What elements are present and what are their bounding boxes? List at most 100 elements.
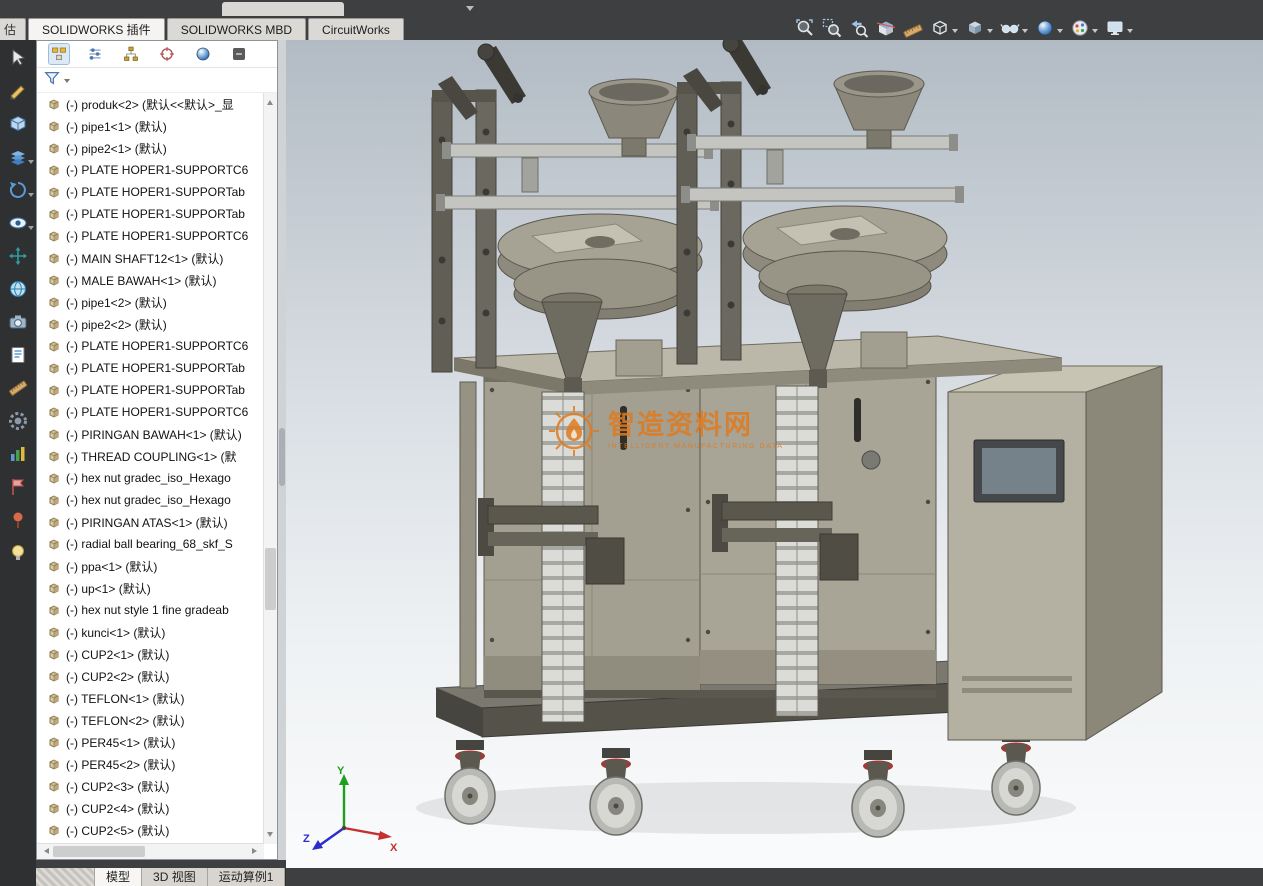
command-tab-evaluate-partial[interactable]: 估 [0, 18, 26, 40]
dropdown-caret-icon[interactable] [1022, 29, 1028, 36]
tree-item[interactable]: (-) PIRINGAN ATAS<1> (默认) [37, 511, 264, 533]
flyout-caret-icon[interactable] [28, 226, 34, 233]
tree-item[interactable]: (-) up<1> (默认) [37, 577, 264, 599]
vertical-scroll-thumb[interactable] [265, 548, 276, 610]
globe-icon[interactable] [6, 277, 30, 301]
measure-button[interactable] [903, 18, 923, 43]
tree-item[interactable]: (-) produk<2> (默认<<默认>_显 [37, 93, 264, 115]
tree-item[interactable]: (-) radial ball bearing_68_skf_S [37, 533, 264, 555]
move-icon[interactable] [6, 244, 30, 268]
previous-view-button[interactable] [849, 18, 869, 43]
tree-vertical-scrollbar[interactable] [263, 93, 277, 844]
dropdown-caret-icon[interactable] [1092, 29, 1098, 36]
ruler-icon[interactable] [6, 376, 30, 400]
cube-icon[interactable] [6, 112, 30, 136]
camera-icon[interactable] [6, 310, 30, 334]
model-right-tower [676, 40, 964, 388]
horizontal-scroll-thumb[interactable] [53, 846, 145, 857]
tree-item[interactable]: (-) MAIN SHAFT12<1> (默认) [37, 247, 264, 269]
dropdown-caret-icon[interactable] [1127, 29, 1133, 36]
tree-item[interactable]: (-) PIRINGAN BAWAH<1> (默认) [37, 423, 264, 445]
tree-item[interactable]: (-) MALE BAWAH<1> (默认) [37, 269, 264, 291]
rotate-view-icon[interactable] [6, 178, 34, 202]
scroll-right-icon[interactable] [252, 848, 260, 854]
tree-item[interactable]: (-) TEFLON<2> (默认) [37, 709, 264, 731]
flag-icon[interactable] [6, 475, 30, 499]
configuration-manager-tab[interactable] [121, 44, 141, 64]
tree-item[interactable]: (-) pipe2<2> (默认) [37, 313, 264, 335]
splitter-grip[interactable] [279, 428, 285, 486]
scroll-left-icon[interactable] [41, 848, 49, 854]
edit-appearance-button[interactable] [1035, 18, 1063, 43]
tree-item[interactable]: (-) PLATE HOPER1-SUPPORTab [37, 379, 264, 401]
flyout-caret-icon[interactable] [28, 160, 34, 167]
display-style-button[interactable] [930, 18, 958, 43]
section-view-button[interactable] [876, 18, 896, 43]
apply-scene-button[interactable] [1070, 18, 1098, 43]
doc-tab-模型[interactable]: 模型 [95, 868, 143, 886]
tree-item[interactable]: (-) hex nut gradec_iso_Hexago [37, 467, 264, 489]
display-manager-tab[interactable] [193, 44, 213, 64]
tree-item[interactable]: (-) hex nut style 1 fine gradeab [37, 599, 264, 621]
tree-item[interactable]: (-) PLATE HOPER1-SUPPORTC6 [37, 335, 264, 357]
bulb-icon[interactable] [6, 541, 30, 565]
pane-options-tab[interactable] [229, 44, 249, 64]
filter-funnel-icon[interactable] [43, 69, 61, 92]
tree-item[interactable]: (-) PLATE HOPER1-SUPPORTC6 [37, 159, 264, 181]
flyout-caret-icon[interactable] [28, 193, 34, 200]
tree-item[interactable]: (-) THREAD COUPLING<1> (默 [37, 445, 264, 467]
tree-item[interactable]: (-) PLATE HOPER1-SUPPORTab [37, 181, 264, 203]
tree-item[interactable]: (-) pipe2<1> (默认) [37, 137, 264, 159]
pin-icon[interactable] [6, 508, 30, 532]
doc-tab-scroll-buttons[interactable] [36, 868, 95, 886]
property-manager-tab[interactable] [85, 44, 105, 64]
tree-item[interactable]: (-) hex nut gradec_iso_Hexago [37, 489, 264, 511]
command-tab-solidworks-插件[interactable]: SOLIDWORKS 插件 [28, 18, 165, 40]
command-tab-solidworks-mbd[interactable]: SOLIDWORKS MBD [166, 18, 307, 40]
graphics-viewport[interactable]: 智造资料网 INTELLIGENT MANUFACTURING DATA Y X… [286, 40, 1263, 868]
sketch-pencil-icon[interactable] [6, 79, 30, 103]
doc-tab-运动算例1[interactable]: 运动算例1 [207, 868, 286, 886]
tree-item[interactable]: (-) PLATE HOPER1-SUPPORTC6 [37, 401, 264, 423]
doc-tab-3D-视图[interactable]: 3D 视图 [142, 868, 208, 886]
scroll-up-icon[interactable] [267, 97, 273, 105]
chart-icon[interactable] [6, 442, 30, 466]
dropdown-caret-icon[interactable] [1057, 29, 1063, 36]
tree-horizontal-scrollbar[interactable] [37, 843, 264, 859]
select-arrow-icon[interactable] [6, 46, 30, 70]
tree-item[interactable]: (-) ppa<1> (默认) [37, 555, 264, 577]
dropdown-caret-icon[interactable] [987, 29, 993, 36]
tree-item[interactable]: (-) CUP2<5> (默认) [37, 819, 264, 841]
dimxpert-manager-tab[interactable] [157, 44, 177, 64]
tree-item[interactable]: (-) PER45<1> (默认) [37, 731, 264, 753]
gear-icon[interactable] [6, 409, 30, 433]
note-icon[interactable] [6, 343, 30, 367]
tree-item[interactable]: (-) kunci<1> (默认) [37, 621, 264, 643]
tree-item[interactable]: (-) CUP2<1> (默认) [37, 643, 264, 665]
panel-splitter[interactable] [278, 40, 286, 860]
dropdown-caret-icon[interactable] [952, 29, 958, 36]
tree-item[interactable]: (-) CUP2<3> (默认) [37, 775, 264, 797]
zoom-area-button[interactable] [822, 18, 842, 43]
tree-item[interactable]: (-) PLATE HOPER1-SUPPORTab [37, 357, 264, 379]
tree-item[interactable]: (-) TEFLON<1> (默认) [37, 687, 264, 709]
eye-icon[interactable] [6, 211, 34, 235]
command-tab-circuitworks[interactable]: CircuitWorks [308, 18, 404, 40]
tree-item[interactable]: (-) pipe1<2> (默认) [37, 291, 264, 313]
feature-manager-panel: (-) produk<2> (默认<<默认>_显 (-) pipe1<1> (默认… [36, 40, 278, 860]
tree-item[interactable]: (-) PER45<2> (默认) [37, 753, 264, 775]
scroll-down-icon[interactable] [267, 832, 273, 840]
quick-access-caret-icon[interactable] [466, 6, 474, 15]
tree-item[interactable]: (-) CUP2<2> (默认) [37, 665, 264, 687]
filter-caret-icon[interactable] [64, 79, 70, 86]
hide-show-items-button[interactable] [1000, 18, 1028, 43]
layers-icon[interactable] [6, 145, 34, 169]
tree-item[interactable]: (-) pipe1<1> (默认) [37, 115, 264, 137]
tree-item[interactable]: (-) CUP2<4> (默认) [37, 797, 264, 819]
tree-item[interactable]: (-) PLATE HOPER1-SUPPORTC6 [37, 225, 264, 247]
feature-manager-tab[interactable] [48, 43, 70, 65]
view-settings-button[interactable] [1105, 18, 1133, 43]
zoom-fit-button[interactable] [795, 18, 815, 43]
view-orientation-button[interactable] [965, 18, 993, 43]
tree-item[interactable]: (-) PLATE HOPER1-SUPPORTab [37, 203, 264, 225]
